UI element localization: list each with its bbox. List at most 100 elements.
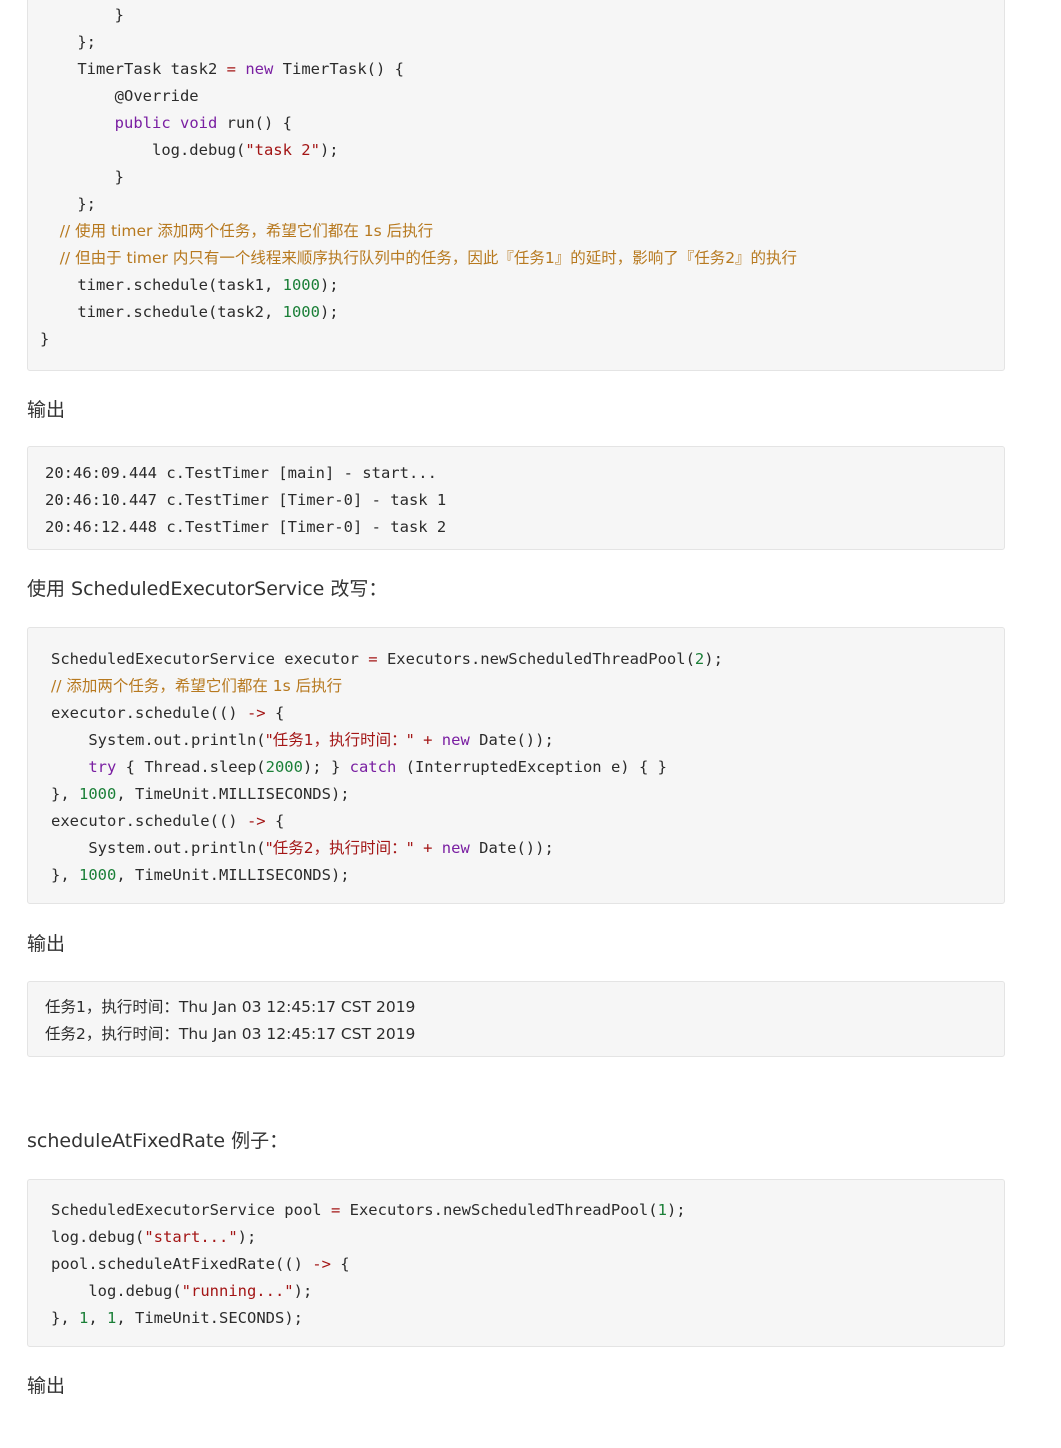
code-line: // 但由于 timer 内只有一个线程来顺序执行队列中的任务，因此『任务1』的… xyxy=(40,245,797,272)
code-token: 1 xyxy=(657,1201,667,1219)
code-token: 20:46:09.444 c.TestTimer [main] - start.… xyxy=(45,464,437,482)
code-token: 2 xyxy=(694,650,705,668)
code-line: 任务2，执行时间：Thu Jan 03 12:45:17 CST 2019 xyxy=(45,1021,415,1048)
code-token: log.debug( xyxy=(40,141,246,159)
code-line: } xyxy=(40,326,49,353)
code-token: , TimeUnit.MILLISECONDS); xyxy=(116,866,350,884)
code-token: }; xyxy=(40,33,96,51)
code-line: 任务1，执行时间：Thu Jan 03 12:45:17 CST 2019 xyxy=(45,994,415,1021)
code-token: ); } xyxy=(302,758,350,776)
code-token: Date()); xyxy=(469,839,554,857)
code-block-executor: ScheduledExecutorService executor = Exec… xyxy=(27,627,1005,904)
code-token: log.debug( xyxy=(51,1282,182,1300)
code-token: log.debug( xyxy=(51,1228,145,1246)
code-token: = xyxy=(226,60,236,78)
code-token: timer.schedule(task2, xyxy=(40,303,283,321)
code-token: 任务2，执行时间：Thu Jan 03 12:45:17 CST 2019 xyxy=(45,1025,416,1043)
code-token: executor.schedule(() xyxy=(51,704,247,722)
code-line: }, 1000, TimeUnit.MILLISECONDS); xyxy=(51,781,350,808)
code-token: TimerTask task2 xyxy=(40,60,227,78)
code-token: new xyxy=(441,839,470,857)
code-token: } xyxy=(40,6,124,24)
code-token: @Override xyxy=(40,87,199,105)
code-token: } xyxy=(40,330,50,348)
code-line: }; xyxy=(40,191,96,218)
code-line: public void run() { xyxy=(40,110,292,137)
code-token: = xyxy=(330,1201,341,1219)
code-token: "任务2，执行时间：" xyxy=(265,839,414,857)
code-token: System.out.println( xyxy=(51,731,266,749)
code-token: }, xyxy=(51,1309,79,1327)
code-token: TimerTask() { xyxy=(273,60,404,78)
code-token: 20:46:12.448 c.TestTimer [Timer-0] - tas… xyxy=(45,518,447,536)
code-block-fixed-rate: ScheduledExecutorService pool = Executor… xyxy=(27,1179,1005,1347)
code-token: 1000 xyxy=(282,276,320,294)
code-token: ); xyxy=(319,141,339,159)
code-line: // 使用 timer 添加两个任务，希望它们都在 1s 后执行 xyxy=(40,218,433,245)
code-token: "start..." xyxy=(144,1228,238,1246)
code-token: }, xyxy=(51,785,79,803)
code-token: { xyxy=(265,704,285,722)
code-token: 20:46:10.447 c.TestTimer [Timer-0] - tas… xyxy=(45,491,447,509)
code-token: // 但由于 timer 内只有一个线程来顺序执行队列中的任务，因此『任务1』的… xyxy=(40,249,798,267)
code-line: 20:46:12.448 c.TestTimer [Timer-0] - tas… xyxy=(45,514,446,541)
code-token: { xyxy=(265,812,285,830)
code-token: ScheduledExecutorService pool xyxy=(51,1201,331,1219)
code-token: , xyxy=(88,1309,108,1327)
code-line: 20:46:10.447 c.TestTimer [Timer-0] - tas… xyxy=(45,487,446,514)
code-token: , TimeUnit.SECONDS); xyxy=(116,1309,303,1327)
code-line: executor.schedule(() -> { xyxy=(51,808,284,835)
code-token: void xyxy=(180,114,218,132)
code-token: 2000 xyxy=(265,758,303,776)
code-token: // 使用 timer 添加两个任务，希望它们都在 1s 后执行 xyxy=(40,222,434,240)
code-token: }; xyxy=(40,195,96,213)
code-line: 20:46:09.444 c.TestTimer [main] - start.… xyxy=(45,460,437,487)
code-token: run() { xyxy=(217,114,292,132)
code-token: (InterruptedException e) { } xyxy=(396,758,667,776)
code-token: { Thread.sleep( xyxy=(116,758,266,776)
code-token: ); xyxy=(704,650,723,668)
code-line: System.out.println("任务2，执行时间：" + new Dat… xyxy=(51,835,554,862)
code-token: ); xyxy=(666,1201,686,1219)
code-line: timer.schedule(task1, 1000); xyxy=(40,272,339,299)
code-token: 1 xyxy=(79,1309,89,1327)
rewrite-label: 使用 ScheduledExecutorService 改写： xyxy=(27,578,388,600)
code-token: public xyxy=(114,114,171,132)
code-token: timer.schedule(task1, xyxy=(40,276,283,294)
code-line: } xyxy=(40,164,124,191)
output-label-1: 输出 xyxy=(27,399,66,421)
code-token: 1000 xyxy=(282,303,320,321)
code-token: ); xyxy=(319,276,339,294)
code-block-timer: } }; TimerTask task2 = new TimerTask() {… xyxy=(27,0,1005,371)
code-line: ScheduledExecutorService pool = Executor… xyxy=(51,1197,686,1224)
code-token: } xyxy=(40,168,124,186)
code-token: = xyxy=(368,650,378,668)
code-token: "running..." xyxy=(181,1282,294,1300)
code-line: try { Thread.sleep(2000); } catch (Inter… xyxy=(51,754,667,781)
code-line: timer.schedule(task2, 1000); xyxy=(40,299,339,326)
code-token: { xyxy=(330,1255,350,1273)
code-token: }, xyxy=(51,866,79,884)
code-token: executor.schedule(() xyxy=(51,812,247,830)
code-token: // 添加两个任务，希望它们都在 1s 后执行 xyxy=(51,677,343,695)
code-token: ); xyxy=(319,303,339,321)
code-token: 1000 xyxy=(79,785,117,803)
code-token: Date()); xyxy=(469,731,554,749)
code-block-executor-output: 任务1，执行时间：Thu Jan 03 12:45:17 CST 2019 任务2… xyxy=(27,981,1005,1057)
code-token: ScheduledExecutorService executor xyxy=(51,650,369,668)
code-token: , TimeUnit.MILLISECONDS); xyxy=(116,785,350,803)
code-token: Executors.newScheduledThreadPool( xyxy=(377,650,695,668)
output-label-2: 输出 xyxy=(27,933,66,955)
code-token: System.out.println( xyxy=(51,839,266,857)
code-line: log.debug("start..."); xyxy=(51,1224,256,1251)
code-token: new xyxy=(245,60,274,78)
fixed-rate-label: scheduleAtFixedRate 例子： xyxy=(27,1130,289,1152)
code-token: -> xyxy=(246,812,266,830)
code-token: 1000 xyxy=(79,866,117,884)
